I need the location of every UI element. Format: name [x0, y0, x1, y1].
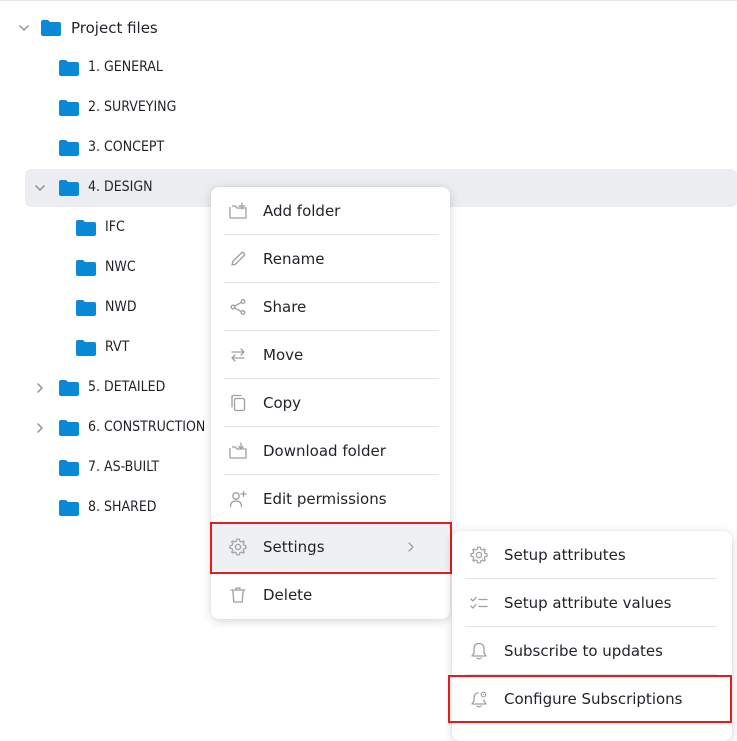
- pencil-icon: [231, 251, 246, 266]
- tree-label: IFC: [105, 219, 125, 235]
- tree-label: 6. CONSTRUCTION: [88, 419, 206, 435]
- copy-icon: [231, 394, 246, 412]
- menu-item-copy[interactable]: Copy: [211, 379, 450, 427]
- bell-gear-icon: [471, 691, 487, 708]
- menu-item-label: Edit permissions: [263, 490, 387, 508]
- folder-icon: [59, 500, 79, 516]
- tree-label: NWC: [105, 259, 136, 275]
- gear-icon: [229, 538, 247, 556]
- tree-label: 3. CONCEPT: [88, 139, 165, 155]
- folder-icon: [59, 100, 79, 116]
- folder-icon: [41, 20, 61, 36]
- menu-item-label: Rename: [263, 250, 325, 268]
- menu-item-label: Copy: [263, 394, 302, 412]
- menu-item-share[interactable]: Share: [211, 283, 450, 331]
- tree-row-nwc[interactable]: NWC: [42, 249, 212, 287]
- folder-icon: [59, 380, 79, 396]
- share-icon: [230, 299, 246, 315]
- tree-row-general[interactable]: 1. GENERAL: [25, 49, 730, 87]
- add-folder-icon: [229, 202, 247, 219]
- tree-row-nwd[interactable]: NWD: [42, 289, 212, 327]
- menu-item-setup-attributes[interactable]: Setup attributes: [452, 531, 732, 579]
- tree-row-rvt[interactable]: RVT: [42, 329, 212, 367]
- folder-icon: [59, 60, 79, 76]
- folder-icon: [59, 140, 79, 156]
- tree-label: 8. SHARED: [88, 499, 157, 515]
- menu-item-label: Download folder: [263, 442, 386, 460]
- tree-row-ifc[interactable]: IFC: [42, 209, 212, 247]
- menu-item-edit-permissions[interactable]: Edit permissions: [211, 475, 450, 523]
- menu-item-rename[interactable]: Rename: [211, 235, 450, 283]
- chevron-down-icon[interactable]: [18, 22, 30, 34]
- tree-label: 2. SURVEYING: [88, 99, 177, 115]
- menu-item-label: Move: [263, 346, 304, 364]
- checklist-icon: [470, 596, 488, 609]
- tree-row-detailed[interactable]: 5. DETAILED: [25, 369, 212, 407]
- folder-icon: [59, 420, 79, 436]
- tree-row-surveying[interactable]: 2. SURVEYING: [25, 89, 730, 127]
- menu-item-label: Delete: [263, 586, 313, 604]
- chevron-down-icon[interactable]: [34, 182, 46, 194]
- menu-item-delete[interactable]: Delete: [211, 571, 450, 619]
- menu-item-settings[interactable]: Settings: [211, 523, 450, 571]
- menu-item-subscribe-to-updates[interactable]: Subscribe to updates: [452, 627, 732, 675]
- bell-icon: [471, 642, 487, 660]
- tree-row-as-built[interactable]: 7. AS-BUILT: [25, 449, 212, 487]
- folder-icon: [59, 180, 79, 196]
- menu-item-label: Add folder: [263, 202, 341, 220]
- menu-item-add-folder[interactable]: Add folder: [211, 187, 450, 235]
- move-arrows-icon: [231, 348, 245, 362]
- tree-row-project-files[interactable]: Project files: [10, 9, 730, 47]
- top-divider: [0, 0, 737, 1]
- folder-icon: [76, 260, 96, 276]
- menu-item-label: Setup attributes: [504, 546, 626, 564]
- menu-item-move[interactable]: Move: [211, 331, 450, 379]
- menu-item-configure-subscriptions[interactable]: Configure Subscriptions: [452, 675, 732, 723]
- menu-item-label: Configure Subscriptions: [504, 690, 683, 708]
- tree-row-concept[interactable]: 3. CONCEPT: [25, 129, 730, 167]
- tree-row-construction[interactable]: 6. CONSTRUCTION: [25, 409, 212, 447]
- tree-label: RVT: [105, 339, 130, 355]
- menu-item-label: Settings: [263, 538, 325, 556]
- menu-item-setup-attribute-values[interactable]: Setup attribute values: [452, 579, 732, 627]
- tree-label: 7. AS-BUILT: [88, 459, 160, 475]
- chevron-right-icon: [408, 542, 414, 552]
- menu-item-label: Setup attribute values: [504, 594, 672, 612]
- tree-label: Project files: [71, 19, 158, 37]
- menu-item-label: Subscribe to updates: [504, 642, 663, 660]
- folder-icon: [59, 460, 79, 476]
- tree-row-shared[interactable]: 8. SHARED: [25, 489, 212, 527]
- user-plus-icon: [229, 490, 247, 508]
- trash-icon: [230, 587, 246, 603]
- menu-item-download-folder[interactable]: Download folder: [211, 427, 450, 475]
- tree-label: 4. DESIGN: [88, 179, 153, 195]
- gear-icon: [470, 546, 488, 564]
- folder-icon: [76, 340, 96, 356]
- context-menu: Add folder Rename Share Move Copy Downlo…: [211, 187, 450, 619]
- settings-submenu: Setup attributes Setup attribute values …: [452, 531, 732, 741]
- tree-label: NWD: [105, 299, 137, 315]
- tree-label: 1. GENERAL: [88, 59, 163, 75]
- chevron-right-icon[interactable]: [34, 422, 46, 434]
- chevron-right-icon[interactable]: [34, 382, 46, 394]
- folder-icon: [76, 220, 96, 236]
- menu-item-label: Share: [263, 298, 307, 316]
- download-folder-icon: [229, 442, 247, 459]
- folder-icon: [76, 300, 96, 316]
- tree-label: 5. DETAILED: [88, 379, 166, 395]
